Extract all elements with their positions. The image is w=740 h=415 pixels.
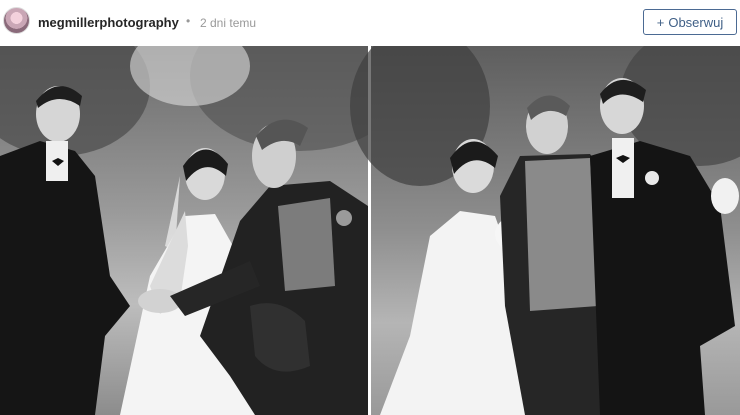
left-photo-panel [0, 46, 410, 415]
follow-button-label: Obserwuj [668, 14, 724, 30]
post-header: megmillerphotography • 2 dni temu + Obse… [0, 0, 740, 46]
right-photo-panel [350, 46, 740, 415]
plus-icon: + [656, 14, 665, 30]
separator-dot: • [186, 14, 191, 28]
post-photo[interactable] [0, 46, 740, 415]
username-link[interactable]: megmillerphotography [38, 15, 179, 30]
avatar[interactable] [3, 7, 30, 34]
follow-button[interactable]: + Obserwuj [643, 9, 737, 35]
post-timestamp[interactable]: 2 dni temu [200, 16, 256, 30]
wedding-photo-collage [0, 46, 740, 415]
